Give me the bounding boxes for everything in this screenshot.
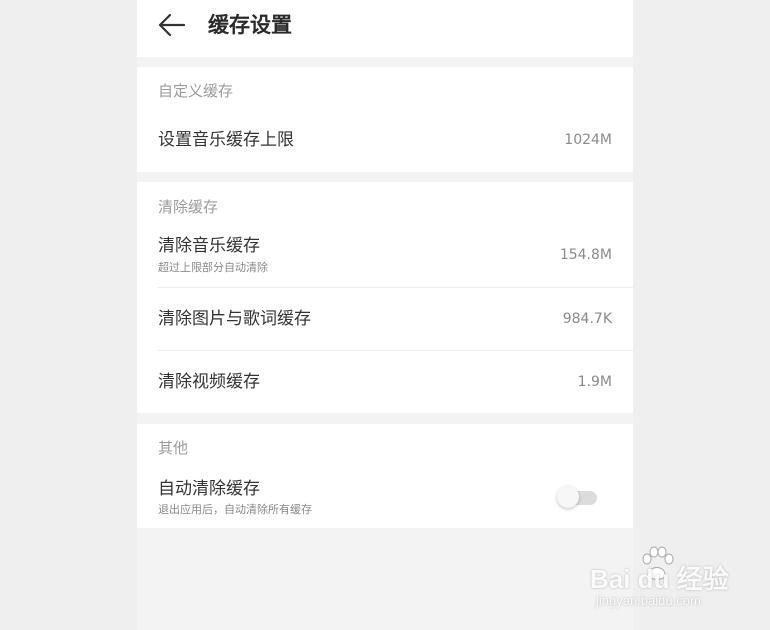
row-sublabel: 超过上限部分自动清除 xyxy=(158,261,268,274)
row-label: 清除图片与歌词缓存 xyxy=(158,309,311,329)
clear-image-lyrics-cache-row[interactable]: 清除图片与歌词缓存 984.7K xyxy=(137,288,633,350)
back-arrow-icon[interactable] xyxy=(157,11,187,39)
row-value: 1024M xyxy=(564,132,612,148)
clear-video-cache-row[interactable]: 清除视频缓存 1.9M xyxy=(137,351,633,413)
row-value: 154.8M xyxy=(559,247,612,263)
top-bar: 缓存设置 xyxy=(137,0,633,57)
custom-cache-section: 自定义缓存 设置音乐缓存上限 1024M xyxy=(137,67,633,172)
baidu-jingyan-watermark: Bai du 经验 jingyan.baidu.com xyxy=(590,545,750,615)
row-value: 1.9M xyxy=(577,374,612,390)
row-label: 设置音乐缓存上限 xyxy=(158,130,294,150)
clear-cache-section: 清除缓存 清除音乐缓存 超过上限部分自动清除 154.8M 清除图片与歌词缓存 … xyxy=(137,182,633,413)
row-label: 清除视频缓存 xyxy=(158,372,260,392)
music-cache-limit-row[interactable]: 设置音乐缓存上限 1024M xyxy=(137,117,633,163)
other-section: 其他 自动清除缓存 退出应用后，自动清除所有缓存 xyxy=(137,424,633,528)
section-title-clear: 清除缓存 xyxy=(158,198,219,216)
page-title: 缓存设置 xyxy=(208,13,292,37)
row-label: 清除音乐缓存 xyxy=(158,236,260,256)
section-title-other: 其他 xyxy=(158,439,189,457)
auto-clear-toggle[interactable] xyxy=(557,486,597,508)
row-value: 984.7K xyxy=(562,311,612,327)
toggle-knob xyxy=(557,486,579,508)
row-label: 自动清除缓存 xyxy=(158,479,260,499)
watermark-brand: Bai du 经验 xyxy=(590,564,729,594)
row-sublabel: 退出应用后，自动清除所有缓存 xyxy=(158,503,312,516)
watermark-url: jingyan.baidu.com xyxy=(596,593,701,608)
settings-screen: 缓存设置 自定义缓存 设置音乐缓存上限 1024M 清除缓存 清除音乐缓存 超过… xyxy=(137,0,633,630)
section-title-custom: 自定义缓存 xyxy=(158,82,234,100)
clear-music-cache-row[interactable]: 清除音乐缓存 超过上限部分自动清除 154.8M xyxy=(137,227,633,287)
